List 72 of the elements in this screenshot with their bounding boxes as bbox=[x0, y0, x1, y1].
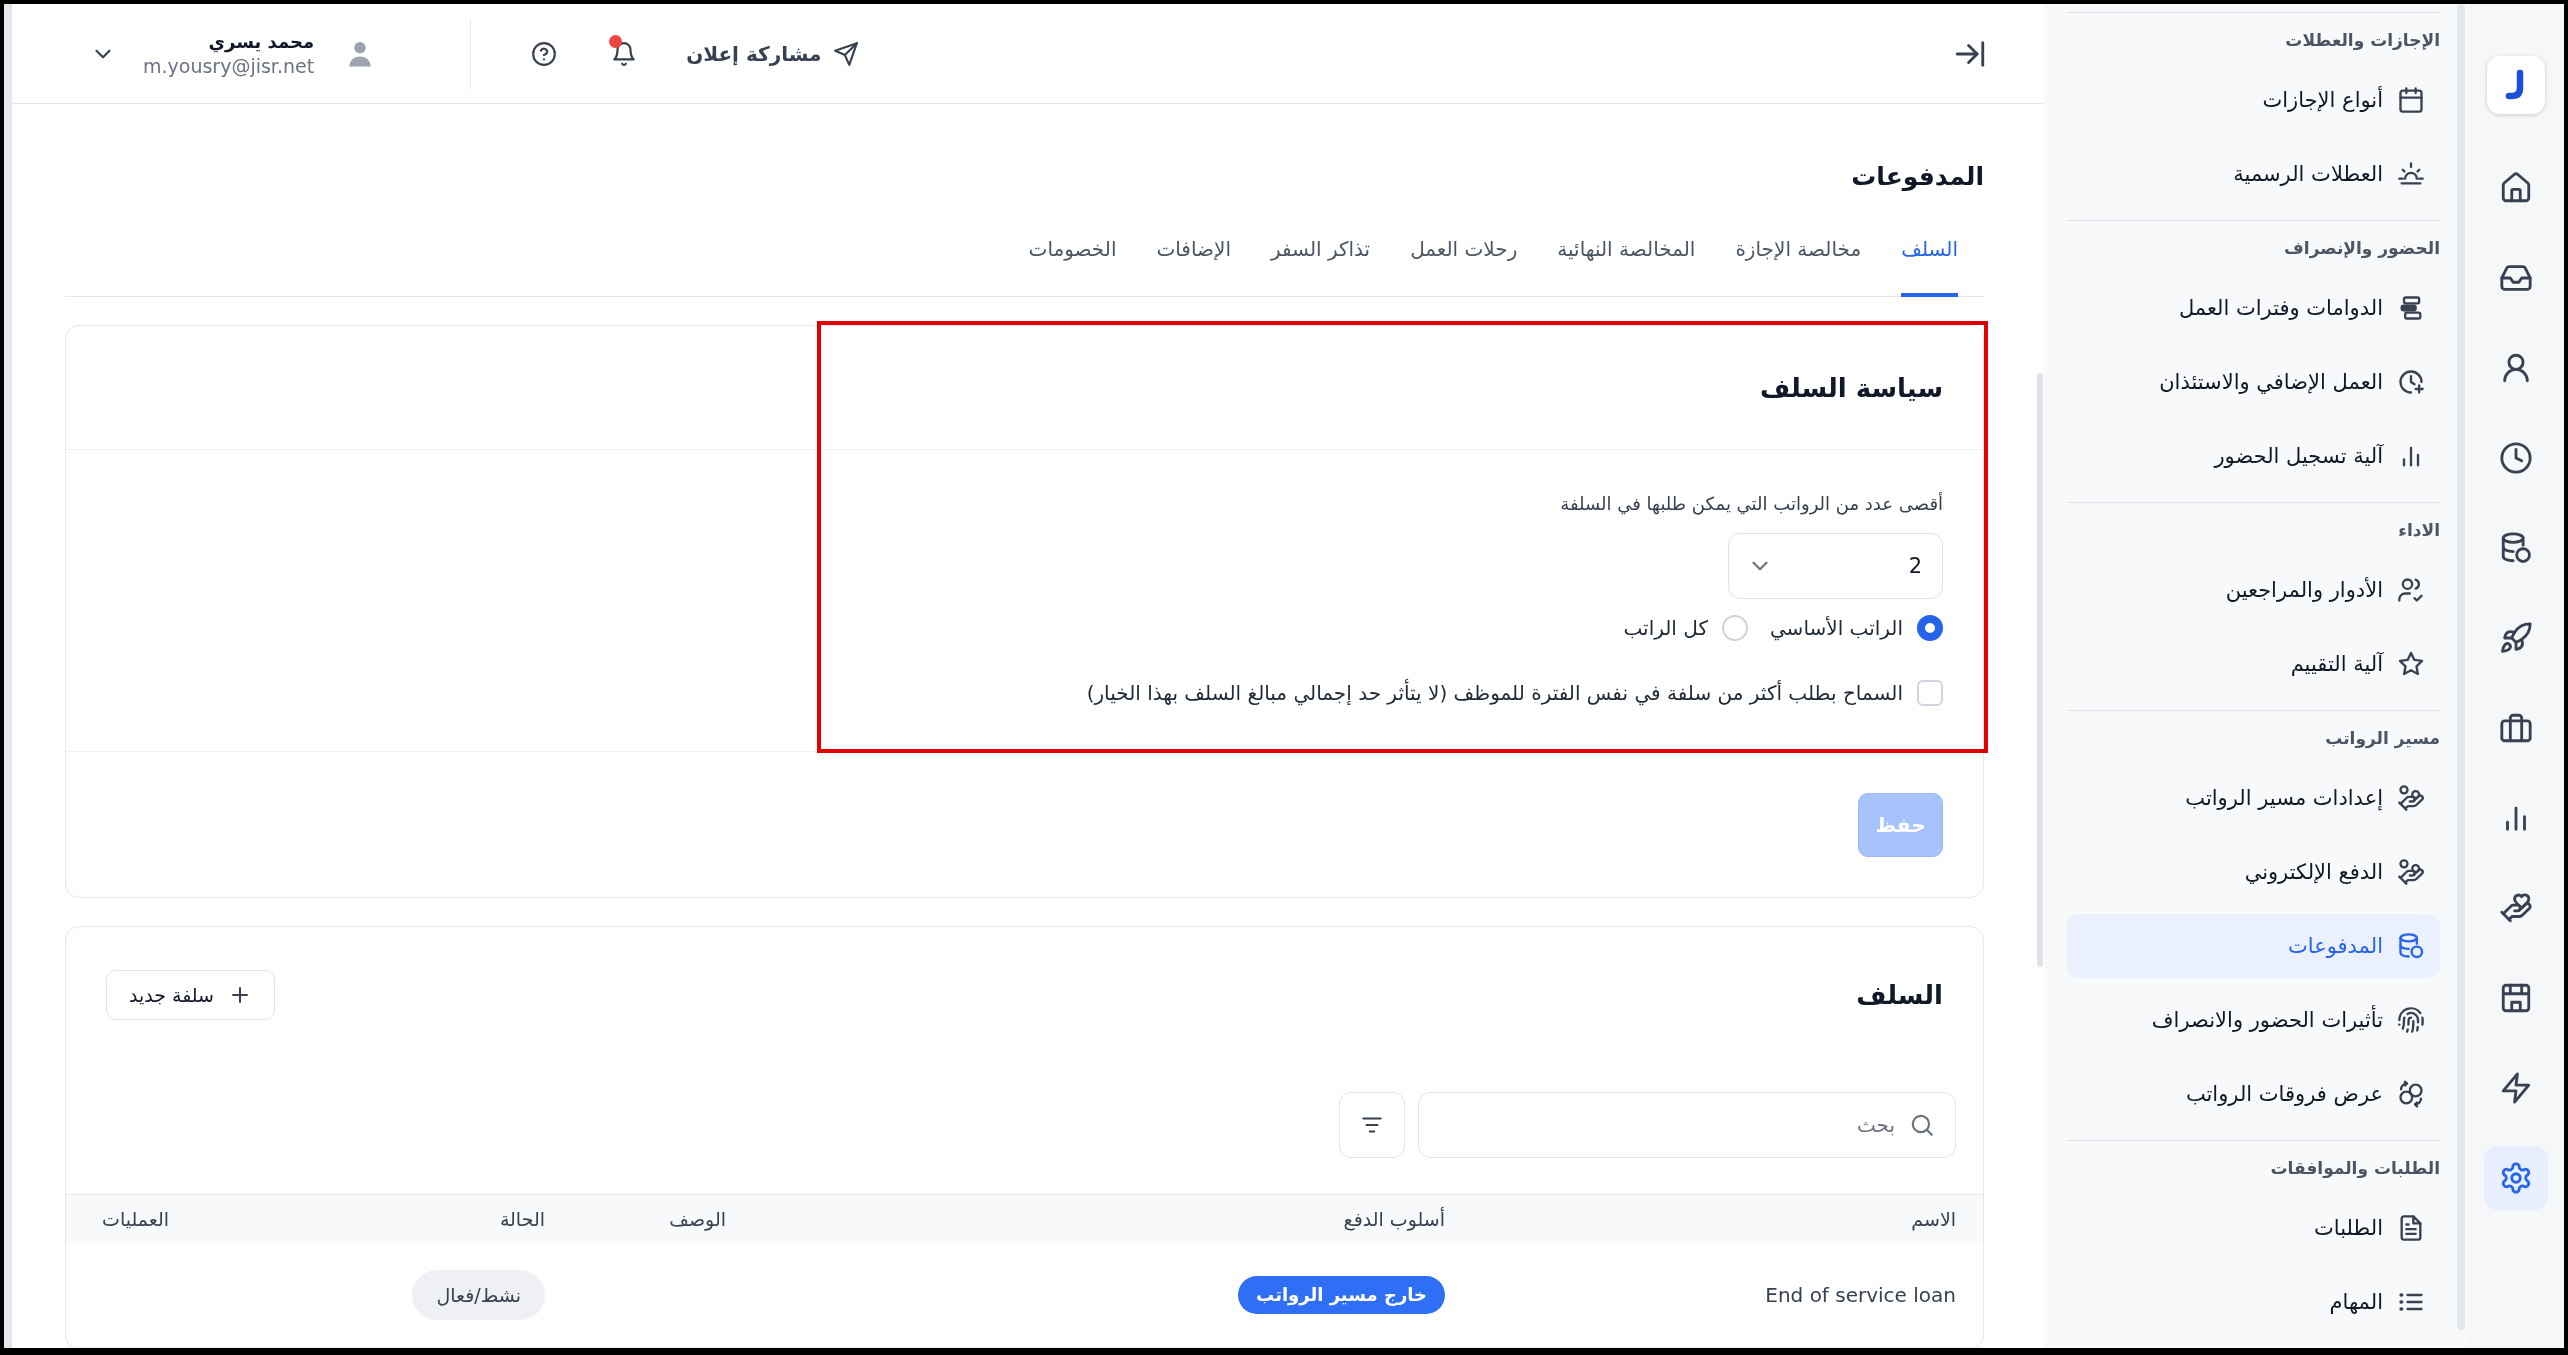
column-header: الاسم bbox=[1911, 1208, 1956, 1230]
send-icon bbox=[833, 40, 860, 67]
checkbox[interactable] bbox=[1917, 680, 1943, 706]
search-icon bbox=[1909, 1112, 1935, 1138]
bell-icon[interactable] bbox=[611, 40, 638, 67]
new-advance-button[interactable]: سلفة جديد bbox=[106, 970, 276, 1020]
star-icon bbox=[2397, 650, 2425, 678]
filter-button[interactable] bbox=[1339, 1092, 1405, 1158]
section-heading: مسير الرواتب bbox=[2325, 727, 2440, 750]
sidebar-item[interactable]: آلية التقييم bbox=[2067, 632, 2440, 696]
status-tag: نشط/فعال bbox=[412, 1270, 545, 1320]
advance-name: End of service loan bbox=[1765, 1283, 1956, 1307]
hand-coins-icon bbox=[2397, 784, 2425, 812]
card-title: السلف bbox=[1856, 979, 1943, 1012]
rail-nav-button[interactable] bbox=[2483, 1146, 2548, 1210]
scrollbar-thumb[interactable] bbox=[2037, 373, 2043, 967]
sunrise-icon bbox=[2397, 160, 2425, 188]
payment-method-tag: خارج مسير الرواتب bbox=[1238, 1276, 1445, 1314]
share-announcement-button[interactable]: مشاركة إعلان bbox=[686, 40, 860, 67]
sidebar-item[interactable]: المدفوعات bbox=[2067, 914, 2440, 978]
column-header: الحالة bbox=[499, 1208, 545, 1230]
calendar-icon bbox=[2397, 86, 2425, 114]
card-title: سياسة السلف bbox=[1759, 371, 1943, 405]
tab[interactable]: مخالصة الإجازة bbox=[1735, 234, 1862, 297]
radio-label: كل الراتب bbox=[1623, 615, 1708, 642]
sidebar-item[interactable]: العطلات الرسمية bbox=[2067, 142, 2440, 206]
user-check-icon bbox=[2397, 576, 2425, 604]
column-header: الوصف bbox=[669, 1208, 726, 1230]
tab[interactable]: تذاكر السفر bbox=[1270, 234, 1371, 297]
tab[interactable]: السلف bbox=[1901, 234, 1958, 297]
briefcase-icon bbox=[2498, 711, 2533, 745]
hand-heart-icon bbox=[2498, 891, 2533, 925]
section-heading: الحضور والإنصراف bbox=[2284, 237, 2440, 260]
clock-icon bbox=[2498, 441, 2533, 475]
tab[interactable]: الخصومات bbox=[1028, 234, 1117, 297]
section-heading: الطلبات والموافقات bbox=[2270, 1157, 2440, 1180]
help-icon[interactable] bbox=[531, 40, 558, 67]
section-heading: الاداء bbox=[2398, 519, 2440, 542]
radio-label: الراتب الأساسي bbox=[1769, 615, 1903, 643]
field-label: أقصى عدد من الرواتب التي يمكن طلبها في السلفة bbox=[1560, 491, 1943, 517]
salaries-count-select[interactable]: 2 bbox=[1728, 533, 1943, 599]
tab[interactable]: رحلات العمل bbox=[1410, 234, 1518, 297]
radio-button[interactable] bbox=[1917, 615, 1943, 641]
clock-plus-icon bbox=[2397, 368, 2425, 396]
sidebar-item[interactable]: عرض فروقات الرواتب bbox=[2067, 1062, 2440, 1126]
sidebar-item[interactable]: الدفع الإلكتروني bbox=[2067, 840, 2440, 904]
app-logo-icon[interactable] bbox=[2486, 56, 2545, 114]
column-header: العمليات bbox=[102, 1208, 169, 1230]
checkbox-label: السماح بطلب أكثر من سلفة في نفس الفترة للموظف (لا يتأثر حد إجمالي مبالغ السلف بهذا الخيار) bbox=[1086, 678, 1903, 708]
scrollbar-thumb[interactable] bbox=[2457, 4, 2465, 1330]
search-field[interactable]: بحث bbox=[1418, 1092, 1956, 1158]
column-header: أسلوب الدفع bbox=[1343, 1208, 1445, 1230]
sidebar-item[interactable]: إعدادات مسير الرواتب bbox=[2067, 766, 2440, 830]
sidebar-item[interactable]: الطلبات bbox=[2067, 1196, 2440, 1260]
sidebar-item[interactable]: تأثيرات الحضور والانصراف bbox=[2067, 988, 2440, 1052]
sidebar-item[interactable]: العمل الإضافي والاستئذان bbox=[2067, 350, 2440, 414]
page-title: المدفوعات bbox=[1851, 161, 1984, 193]
sidebar-item[interactable]: المهام bbox=[2067, 1270, 2440, 1334]
sidebar-item[interactable]: آلية تسجيل الحضور bbox=[2067, 424, 2440, 488]
tab[interactable]: المخالصة النهائية bbox=[1557, 234, 1696, 297]
hand-coins-icon bbox=[2397, 858, 2425, 886]
fingerprint-icon bbox=[2397, 1006, 2425, 1034]
circle-arrows-icon bbox=[2397, 1080, 2425, 1108]
user-name: محمد يسري bbox=[208, 29, 315, 54]
rocket-icon bbox=[2498, 621, 2533, 655]
tab[interactable]: الإضافات bbox=[1156, 234, 1231, 297]
sidebar-item[interactable]: الأدوار والمراجعين bbox=[2067, 558, 2440, 622]
user-email: m.yousry@jisr.net bbox=[143, 53, 315, 78]
sidebar-item[interactable]: أنواع الإجازات bbox=[2067, 68, 2440, 132]
sidebar-item[interactable]: الدوامات وفترات العمل bbox=[2067, 276, 2440, 340]
coins-icon bbox=[2397, 932, 2425, 960]
section-heading: الإجازات والعطلات bbox=[2285, 29, 2440, 52]
